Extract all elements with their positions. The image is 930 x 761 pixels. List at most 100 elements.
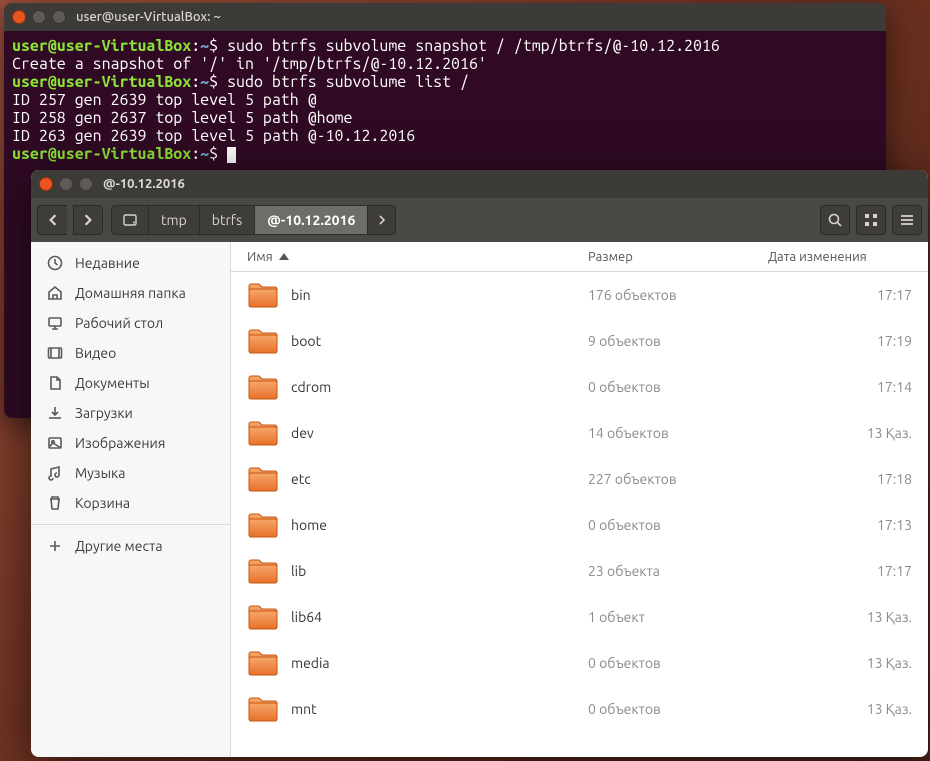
file-name: lib (291, 563, 306, 579)
file-row[interactable]: etc 227 объектов17:18 (231, 456, 928, 502)
folder-icon (247, 511, 279, 539)
sidebar-item-label: Музыка (75, 465, 125, 481)
file-manager-titlebar[interactable]: @-10.12.2016 (31, 170, 928, 198)
file-name: boot (291, 333, 321, 349)
file-row[interactable]: media 0 объектов13 Қаз. (231, 640, 928, 686)
video-icon (47, 345, 63, 361)
breadcrumb-bar: tmpbtrfs@-10.12.2016 (111, 205, 396, 235)
file-date: 13 Қаз. (768, 609, 928, 625)
file-size: 9 объектов (588, 333, 768, 349)
sidebar-item-label: Корзина (75, 495, 130, 511)
doc-icon (47, 375, 63, 391)
breadcrumb-item[interactable]: tmp (149, 205, 200, 235)
file-size: 227 объектов (588, 471, 768, 487)
window-controls (12, 10, 66, 24)
sort-ascending-icon (279, 253, 289, 260)
file-name: dev (291, 425, 314, 441)
minimize-button[interactable] (32, 10, 46, 24)
search-icon (827, 212, 843, 228)
forward-button[interactable] (73, 205, 103, 235)
file-size: 0 объектов (588, 379, 768, 395)
column-header-date[interactable]: Дата изменения (768, 250, 928, 264)
folder-icon (247, 603, 279, 631)
chevron-right-icon (82, 214, 94, 226)
file-date: 17:18 (768, 471, 928, 487)
clock-icon (47, 255, 63, 271)
file-row[interactable]: lib23 объекта17:17 (231, 548, 928, 594)
file-date: 17:19 (768, 333, 928, 349)
file-name: mnt (291, 701, 317, 717)
file-row[interactable]: lib64 1 объект13 Қаз. (231, 594, 928, 640)
menu-button[interactable] (892, 205, 922, 235)
file-date: 17:13 (768, 517, 928, 533)
close-button[interactable] (39, 177, 53, 191)
file-name: home (291, 517, 327, 533)
sidebar-item[interactable]: Недавние (31, 248, 230, 278)
column-header-name[interactable]: Имя (231, 250, 588, 264)
sidebar-item-label: Загрузки (75, 405, 133, 421)
file-date: 13 Қаз. (768, 655, 928, 671)
folder-icon (247, 281, 279, 309)
minimize-button[interactable] (59, 177, 73, 191)
sidebar-item-label: Недавние (75, 255, 140, 271)
terminal-titlebar[interactable]: user@user-VirtualBox: ~ (4, 3, 886, 31)
file-size: 1 объект (588, 609, 768, 625)
column-header-size[interactable]: Размер (588, 250, 768, 264)
file-name: media (291, 655, 330, 671)
file-name: etc (291, 471, 311, 487)
file-row[interactable]: cdrom0 объектов17:14 (231, 364, 928, 410)
file-size: 0 объектов (588, 655, 768, 671)
disk-icon (122, 212, 138, 228)
file-list-panel: Имя Размер Дата изменения bin176 объекто… (231, 242, 928, 757)
folder-icon (247, 373, 279, 401)
sidebar-item[interactable]: Музыка (31, 458, 230, 488)
breadcrumb-more[interactable] (368, 205, 396, 235)
grid-view-icon (863, 212, 879, 228)
close-button[interactable] (12, 10, 26, 24)
file-row[interactable]: bin176 объектов17:17 (231, 272, 928, 318)
breadcrumb-item[interactable]: @-10.12.2016 (255, 205, 368, 235)
file-size: 14 объектов (588, 425, 768, 441)
file-rows[interactable]: bin176 объектов17:17 boot 9 объектов17:19 c… (231, 272, 928, 757)
column-headers: Имя Размер Дата изменения (231, 242, 928, 272)
folder-icon (247, 419, 279, 447)
breadcrumb-root[interactable] (111, 205, 149, 235)
file-date: 17:17 (768, 287, 928, 303)
file-name: lib64 (291, 609, 322, 625)
folder-icon (247, 465, 279, 493)
file-manager-toolbar: tmpbtrfs@-10.12.2016 (31, 198, 928, 242)
file-manager-window: @-10.12.2016 tmpbtrfs@-10.12.2016 Недавн… (31, 170, 928, 757)
sidebar-item[interactable]: Видео (31, 338, 230, 368)
sidebar-item[interactable]: Изображения (31, 428, 230, 458)
terminal-title: user@user-VirtualBox: ~ (76, 10, 221, 24)
file-row[interactable]: dev 14 объектов13 Қаз. (231, 410, 928, 456)
file-name: cdrom (291, 379, 331, 395)
hamburger-icon (899, 212, 915, 228)
file-row[interactable]: home0 объектов17:13 (231, 502, 928, 548)
download-icon (47, 405, 63, 421)
breadcrumb-item[interactable]: btrfs (200, 205, 255, 235)
file-date: 17:17 (768, 563, 928, 579)
file-date: 13 Қаз. (768, 701, 928, 717)
maximize-button[interactable] (79, 177, 93, 191)
sidebar-other-places[interactable]: Другие места (31, 531, 230, 561)
chevron-left-icon (47, 214, 59, 226)
back-button[interactable] (37, 205, 67, 235)
folder-icon (247, 557, 279, 585)
sidebar-item[interactable]: Документы (31, 368, 230, 398)
sidebar-item[interactable]: Домашняя папка (31, 278, 230, 308)
sidebar-item-label: Изображения (75, 435, 165, 451)
folder-icon (247, 695, 279, 723)
sidebar-item[interactable]: Корзина (31, 488, 230, 518)
view-mode-button[interactable] (856, 205, 886, 235)
plus-icon (47, 538, 63, 554)
file-date: 13 Қаз. (768, 425, 928, 441)
sidebar-item[interactable]: Рабочий стол (31, 308, 230, 338)
file-row[interactable]: mnt0 объектов13 Қаз. (231, 686, 928, 732)
maximize-button[interactable] (52, 10, 66, 24)
sidebar-item-label: Домашняя папка (75, 285, 186, 301)
sidebar-item[interactable]: Загрузки (31, 398, 230, 428)
search-button[interactable] (820, 205, 850, 235)
file-row[interactable]: boot 9 объектов17:19 (231, 318, 928, 364)
file-manager-title: @-10.12.2016 (103, 177, 185, 191)
